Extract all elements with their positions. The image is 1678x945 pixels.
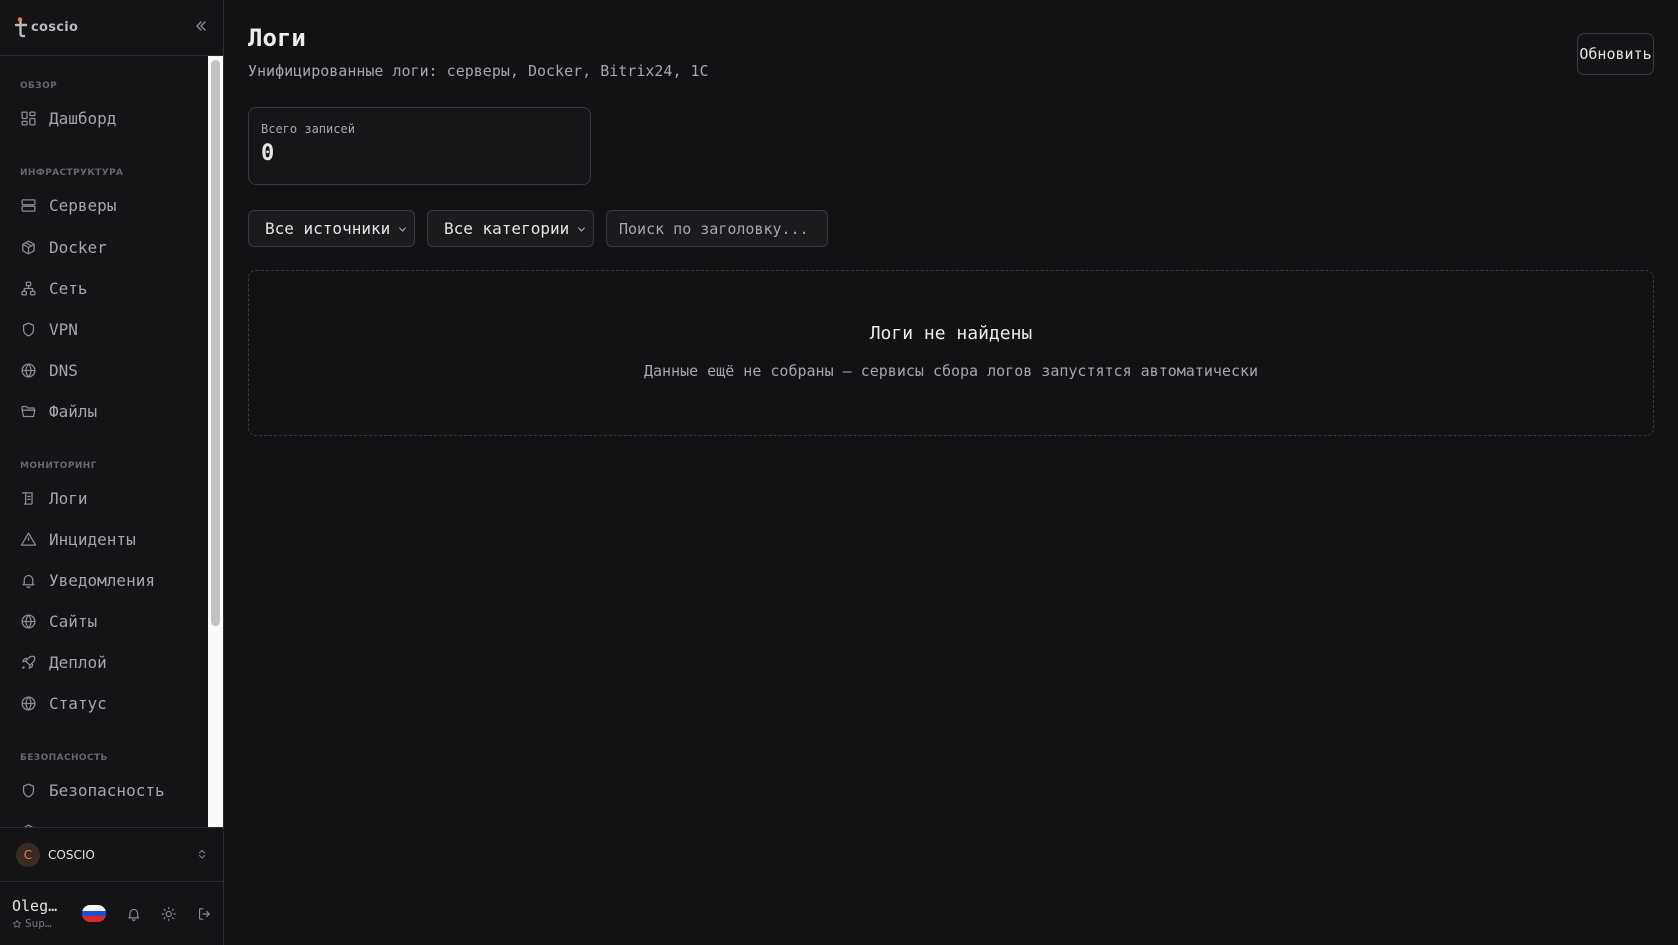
org-avatar: C: [16, 842, 40, 867]
server-icon: [21, 198, 36, 212]
user-role: Sup…: [12, 917, 66, 930]
bell-icon[interactable]: [126, 906, 142, 922]
app-logo[interactable]: coscio: [14, 16, 79, 39]
globe-icon: [21, 613, 36, 629]
rocket-icon: [22, 655, 36, 669]
chevron-down-icon: [399, 227, 406, 232]
logs-icon: [22, 491, 33, 505]
globe-icon: [21, 695, 36, 711]
sidebar-item-label: Безопасность: [49, 780, 165, 800]
sidebar-nav: ОБЗОР Дашборд ИНФРАСТРУКТУРА Серверы Doc…: [0, 56, 208, 827]
sidebar-item-security[interactable]: Безопасность: [0, 772, 208, 808]
empty-state-description: Данные ещё не собраны — сервисы сбора ло…: [643, 362, 1259, 380]
sidebar-item-docker[interactable]: Docker: [0, 229, 208, 265]
org-name: COSCIO: [48, 847, 95, 862]
main-content: Логи Унифицированные логи: серверы, Dock…: [224, 0, 1678, 945]
dashboard-icon: [21, 110, 36, 126]
warning-icon: [20, 531, 37, 546]
sidebar-item-label: DNS: [49, 360, 78, 380]
stat-value: 0: [261, 141, 275, 166]
scrollbar-thumb[interactable]: [211, 60, 220, 626]
sun-icon[interactable]: [161, 906, 177, 922]
sidebar-item-sites[interactable]: Сайты: [0, 603, 208, 639]
sidebar-item-deploy[interactable]: Деплой: [0, 644, 208, 680]
total-records-card: Всего записей 0: [248, 107, 591, 185]
sidebar-item-vpn[interactable]: VPN: [0, 311, 208, 347]
category-filter-value: Все категории: [444, 219, 570, 238]
user-bar: Oleg… Sup…: [0, 882, 224, 945]
sidebar-item-servers[interactable]: Серверы: [0, 187, 208, 223]
collapse-sidebar-icon[interactable]: [193, 18, 209, 34]
sidebar-scrollbar[interactable]: [208, 56, 223, 827]
section-label-monitoring: МОНИТОРИНГ: [20, 461, 97, 471]
sidebar-item-label: Статус: [49, 693, 107, 713]
empty-state-title: Логи не найдены: [869, 323, 1033, 344]
empty-state: Логи не найдены Данные ещё не собраны — …: [248, 270, 1654, 436]
shield-icon: [22, 782, 35, 798]
language-flag-icon[interactable]: [82, 905, 106, 922]
sidebar-item-logs[interactable]: Логи: [0, 480, 208, 516]
bell-icon: [22, 574, 35, 588]
shield-icon: [22, 321, 35, 337]
org-switcher[interactable]: C COSCIO: [0, 827, 224, 882]
category-filter-select[interactable]: Все категории: [427, 210, 594, 247]
section-label-infrastructure: ИНФРАСТРУКТУРА: [20, 168, 124, 178]
page-subtitle: Унифицированные логи: серверы, Docker, B…: [248, 62, 709, 80]
brand-name: coscio: [31, 20, 79, 35]
logo-bar: coscio: [0, 0, 223, 56]
user-role-label: Sup…: [25, 917, 52, 930]
globe-icon: [21, 362, 36, 378]
sidebar-item-label: Деплой: [49, 652, 107, 672]
sidebar-item-dashboard[interactable]: Дашборд: [0, 100, 208, 136]
star-icon: [12, 919, 22, 928]
refresh-button[interactable]: Обновить: [1577, 33, 1654, 75]
sidebar-item-label: Docker: [49, 237, 107, 257]
logout-icon[interactable]: [197, 906, 213, 922]
chevrons-up-down-icon: [198, 849, 206, 859]
sidebar-item-incidents[interactable]: Инциденты: [0, 521, 208, 557]
source-filter-value: Все источники: [265, 219, 391, 238]
section-label-overview: ОБЗОР: [20, 81, 58, 91]
sidebar-item-label: Сеть: [49, 278, 88, 298]
sidebar-item-label: VPN: [49, 319, 78, 339]
sidebar-item-label: Сайты: [49, 611, 98, 631]
sidebar-item-files[interactable]: Файлы: [0, 393, 208, 429]
logo-mark-icon: [14, 16, 28, 37]
sidebar: coscio ОБЗОР Дашборд ИНФРАСТРУКТУРА Серв…: [0, 0, 224, 945]
title-search-input[interactable]: [606, 210, 828, 247]
section-label-security: БЕЗОПАСНОСТЬ: [20, 753, 108, 763]
sidebar-item-status[interactable]: Статус: [0, 685, 208, 721]
sidebar-item-label: Дашборд: [49, 108, 117, 128]
folder-icon: [21, 405, 36, 417]
sidebar-item-label: Уведомления: [49, 570, 155, 590]
sidebar-item-partial[interactable]: [0, 813, 208, 827]
page-title: Логи: [248, 24, 306, 52]
sidebar-item-label: Логи: [49, 488, 88, 508]
sidebar-item-network[interactable]: Сеть: [0, 270, 208, 306]
sidebar-item-label: Инциденты: [49, 529, 136, 549]
box-icon: [22, 239, 35, 255]
network-icon: [21, 280, 36, 296]
sidebar-item-notifications[interactable]: Уведомления: [0, 562, 208, 598]
sidebar-item-label: Серверы: [49, 195, 117, 215]
stat-label: Всего записей: [261, 122, 355, 136]
user-info[interactable]: Oleg… Sup…: [12, 897, 66, 930]
chevron-down-icon: [578, 227, 585, 232]
user-name: Oleg…: [12, 897, 58, 915]
sidebar-item-label: Файлы: [49, 401, 98, 421]
sidebar-item-dns[interactable]: DNS: [0, 352, 208, 388]
source-filter-select[interactable]: Все источники: [248, 210, 415, 247]
